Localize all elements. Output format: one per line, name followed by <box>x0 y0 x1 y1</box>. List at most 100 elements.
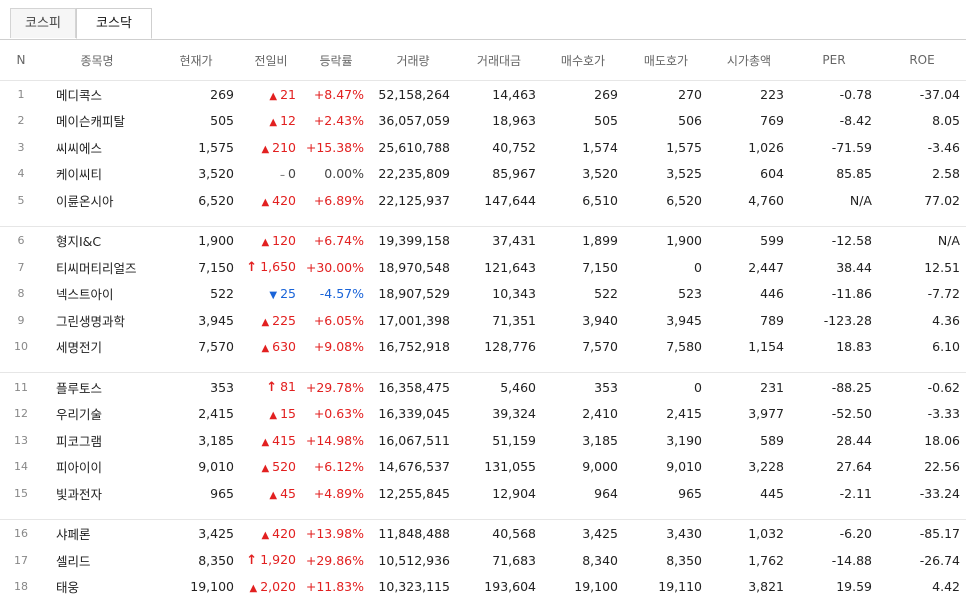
table-row[interactable]: 12 우리기술 2,415 ▲ 15 +0.63% 16,339,045 39,324 2,41… <box>0 401 966 428</box>
volume-cell: 25,610,788 <box>378 139 450 155</box>
roe-cell: N/A <box>937 233 960 249</box>
change-rate-cell: +0.63% <box>302 401 370 428</box>
stock-name-cell[interactable]: 형지I&C <box>42 228 152 255</box>
table-row[interactable]: 6 형지I&C 1,900 ▲ 120 +6.74% 19,399,158 37,431 1,8… <box>0 228 966 255</box>
rate-value: +6.12% <box>313 459 364 475</box>
table-row[interactable]: 9 그린생명과학 3,945 ▲ 225 +6.05% 17,001,398 71,351 3,… <box>0 307 966 334</box>
rate-value: +6.89% <box>313 192 364 208</box>
table-row[interactable]: 5 이륜온시아 6,520 ▲ 420 +6.89% 22,125,937 147,644 6,… <box>0 187 966 214</box>
table-row[interactable]: 7 티씨머티리얼즈 7,150 ↑ 1,650 +30.00% 18,970,548 121,… <box>0 254 966 281</box>
stock-name-cell[interactable]: 세명전기 <box>42 334 152 361</box>
stock-name-cell[interactable]: 피아이이 <box>42 454 152 481</box>
stock-name-cell[interactable]: 태웅 <box>42 574 152 601</box>
per-cell: -2.11 <box>839 485 872 501</box>
change-rate-cell: +15.38% <box>302 134 370 161</box>
change-value: 2,020 <box>260 579 296 595</box>
trade-amount-cell: 121,643 <box>484 259 536 275</box>
tab-kospi[interactable]: 코스피 <box>10 8 76 38</box>
table-row[interactable]: 4 케이씨티 3,520 –0 0.00% 22,235,809 85,967 3,520 3,… <box>0 161 966 188</box>
ask-price-cell: 506 <box>678 113 702 129</box>
ask-price-cell: 1,575 <box>666 139 702 155</box>
table-row[interactable]: 10 세명전기 7,570 ▲ 630 +9.08% 16,752,918 128,776 7,… <box>0 334 966 361</box>
current-price-cell: 522 <box>210 286 234 302</box>
market-cap-cell: 769 <box>760 113 784 129</box>
market-cap-cell: 3,228 <box>748 459 784 475</box>
bid-price-cell: 3,185 <box>582 432 618 448</box>
change-rate-cell: +6.89% <box>302 187 370 214</box>
table-row[interactable]: 11 플루토스 353 ↑ 81 +29.78% 16,358,475 5,460 353 0 23… <box>0 374 966 401</box>
ask-price-cell: 270 <box>678 86 702 102</box>
table-row[interactable]: 8 넥스트아이 522 ▼ 25 -4.57% 18,907,529 10,343 522 523… <box>0 281 966 308</box>
stock-name-cell[interactable]: 씨씨에스 <box>42 134 152 161</box>
table-row[interactable]: 18 태웅 19,100 ▲ 2,020 +11.83% 10,323,115 193,604… <box>0 574 966 601</box>
table-row[interactable]: 14 피아이이 9,010 ▲ 520 +6.12% 14,676,537 131,055 9,… <box>0 454 966 481</box>
table-row[interactable]: 15 빛과전자 965 ▲ 45 +4.89% 12,255,845 12,904 964 965… <box>0 480 966 507</box>
stock-name-cell[interactable]: 우리기술 <box>42 401 152 428</box>
change-cell: ▲ 415 <box>240 427 302 454</box>
trade-amount-cell: 147,644 <box>484 192 536 208</box>
rate-value: +0.63% <box>313 406 364 422</box>
trade-amount-cell: 14,463 <box>492 86 536 102</box>
header-col-roe: ROE <box>878 40 966 81</box>
stock-name-cell[interactable]: 셀리드 <box>42 547 152 574</box>
volume-cell: 16,067,511 <box>378 432 450 448</box>
header-col-number: N <box>0 40 42 81</box>
change-value: 45 <box>280 485 296 501</box>
header-col-price: 현재가 <box>152 40 240 81</box>
market-cap-cell: 1,026 <box>748 139 784 155</box>
flat-dash-icon: – <box>280 170 286 182</box>
table-row[interactable]: 17 셀리드 8,350 ↑ 1,920 +29.86% 10,512,936 71,683 8… <box>0 547 966 574</box>
current-price-cell: 3,185 <box>198 432 234 448</box>
volume-cell: 16,358,475 <box>378 379 450 395</box>
ask-price-cell: 9,010 <box>666 459 702 475</box>
trade-amount-cell: 71,683 <box>492 552 536 568</box>
roe-cell: 4.42 <box>932 579 960 595</box>
upper-limit-arrow-icon: ↑ <box>246 553 258 569</box>
stock-name-cell[interactable]: 케이씨티 <box>42 161 152 188</box>
stock-name-cell[interactable]: 플루토스 <box>42 374 152 401</box>
roe-cell: -7.72 <box>927 286 960 302</box>
row-number-cell: 17 <box>14 553 28 567</box>
roe-cell: -3.33 <box>927 406 960 422</box>
row-number-cell: 1 <box>17 87 25 101</box>
change-value: 0 <box>288 166 296 182</box>
stock-name-cell[interactable]: 메이슨캐피탈 <box>42 108 152 135</box>
change-value: 1,650 <box>260 259 296 275</box>
stock-name-cell[interactable]: 넥스트아이 <box>42 281 152 308</box>
per-cell: 38.44 <box>836 259 872 275</box>
table-row[interactable]: 3 씨씨에스 1,575 ▲ 210 +15.38% 25,610,788 40,752 1,5… <box>0 134 966 161</box>
up-triangle-icon: ▲ <box>261 237 270 249</box>
market-cap-cell: 3,977 <box>748 406 784 422</box>
stock-name-cell[interactable]: 티씨머티리얼즈 <box>42 254 152 281</box>
header-col-stock-name: 종목명 <box>42 40 152 81</box>
rate-value: +9.08% <box>313 339 364 355</box>
per-cell: -52.50 <box>831 406 872 422</box>
stock-name-cell[interactable]: 빛과전자 <box>42 480 152 507</box>
stock-name-cell[interactable]: 그린생명과학 <box>42 307 152 334</box>
tab-kosdaq[interactable]: 코스닥 <box>76 8 152 39</box>
up-triangle-icon: ▲ <box>261 530 270 542</box>
current-price-cell: 1,575 <box>198 139 234 155</box>
change-rate-cell: +8.47% <box>302 81 370 108</box>
table-row[interactable]: 2 메이슨캐피탈 505 ▲ 12 +2.43% 36,057,059 18,963 505 50… <box>0 108 966 135</box>
table-row[interactable]: 1 메디콕스 269 ▲ 21 +8.47% 52,158,264 14,463 269 270 2… <box>0 81 966 108</box>
volume-cell: 19,399,158 <box>378 233 450 249</box>
change-rate-cell: +4.89% <box>302 480 370 507</box>
change-cell: ▲ 12 <box>240 108 302 135</box>
header-col-amount: 거래대금 <box>456 40 542 81</box>
change-rate-cell: +29.78% <box>302 374 370 401</box>
current-price-cell: 19,100 <box>190 579 234 595</box>
roe-cell: 8.05 <box>932 113 960 129</box>
stock-name-cell[interactable]: 샤페론 <box>42 521 152 548</box>
header-col-change: 전일비 <box>240 40 302 81</box>
bid-price-cell: 9,000 <box>582 459 618 475</box>
current-price-cell: 7,150 <box>198 259 234 275</box>
stock-name-cell[interactable]: 메디콕스 <box>42 81 152 108</box>
upper-limit-arrow-icon: ↑ <box>246 260 258 276</box>
table-row[interactable]: 13 피코그램 3,185 ▲ 415 +14.98% 16,067,511 51,159 3,… <box>0 427 966 454</box>
stock-name-cell[interactable]: 이륜온시아 <box>42 187 152 214</box>
table-row[interactable]: 16 샤페론 3,425 ▲ 420 +13.98% 11,848,488 40,568 3,4… <box>0 521 966 548</box>
row-number-cell: 14 <box>14 460 28 474</box>
volume-cell: 10,323,115 <box>378 579 450 595</box>
stock-name-cell[interactable]: 피코그램 <box>42 427 152 454</box>
